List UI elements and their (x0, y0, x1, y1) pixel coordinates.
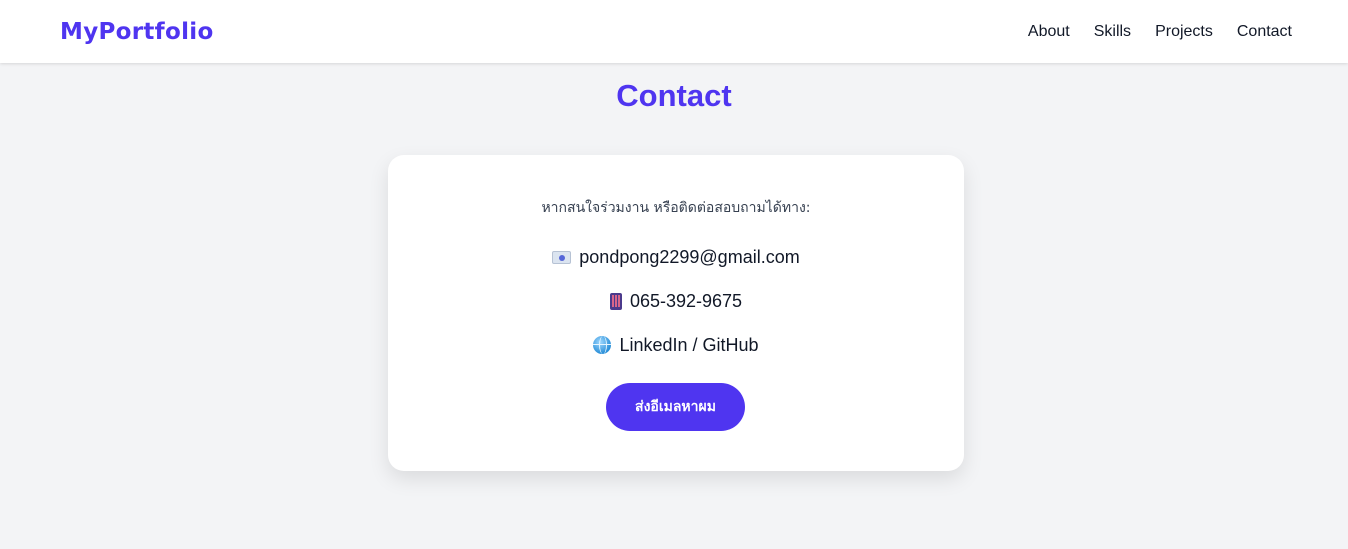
contact-phone-row: 065-392-9675 (388, 289, 964, 313)
email-link[interactable]: pondpong2299@gmail.com (579, 247, 799, 268)
main-nav: About Skills Projects Contact (1028, 23, 1292, 41)
nav-link-contact[interactable]: Contact (1237, 23, 1292, 41)
nav-link-projects[interactable]: Projects (1155, 23, 1213, 41)
mobile-phone-icon (609, 292, 622, 310)
contact-intro: หากสนใจร่วมงาน หรือติดต่อสอบถามได้ทาง: (541, 200, 811, 216)
site-logo[interactable]: MyPortfolio (60, 19, 214, 45)
contact-card: หากสนใจร่วมงาน หรือติดต่อสอบถามได้ทาง: p… (388, 155, 964, 471)
nav-link-about[interactable]: About (1028, 23, 1070, 41)
navbar: MyPortfolio About Skills Projects Contac… (0, 0, 1348, 63)
section-title: Contact (616, 78, 732, 113)
contact-links-row: LinkedIn / GitHub (388, 333, 964, 357)
nav-link-skills[interactable]: Skills (1094, 23, 1131, 41)
envelope-icon (552, 250, 572, 264)
contact-email-row: pondpong2299@gmail.com (388, 245, 964, 269)
globe-icon (593, 336, 612, 354)
send-email-button[interactable]: ส่งอีเมลหาผม (606, 383, 745, 431)
phone-number[interactable]: 065-392-9675 (630, 291, 742, 312)
social-links[interactable]: LinkedIn / GitHub (619, 335, 758, 356)
